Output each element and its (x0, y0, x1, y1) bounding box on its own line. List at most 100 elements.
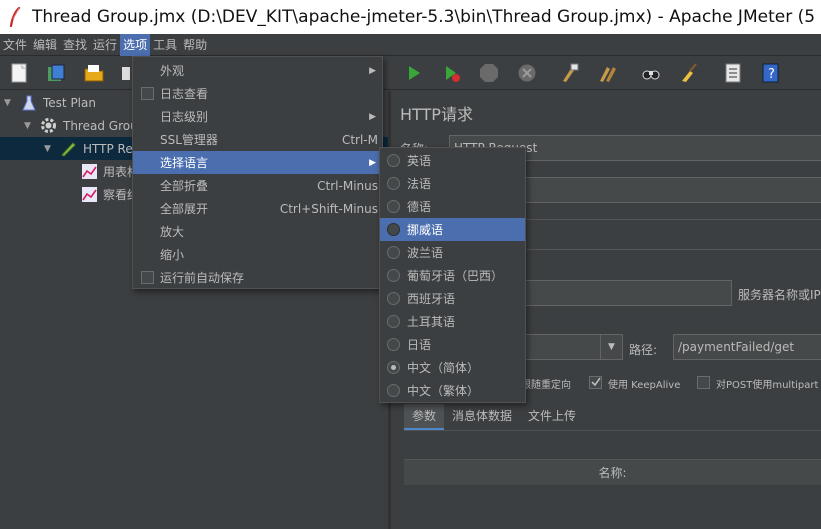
menu-item-expand-all[interactable]: 全部展开 Ctrl+Shift-Minus (133, 197, 382, 220)
menu-file[interactable]: 文件 (0, 34, 30, 56)
language-submenu: 英语 法语 德语 挪威语 波兰语 葡萄牙语（巴西） 西班牙语 土耳其语 日语 中… (379, 147, 526, 403)
menu-item-label: 日志查看 (160, 87, 209, 101)
menu-item-polish[interactable]: 波兰语 (380, 241, 525, 264)
path-field[interactable]: /paymentFailed/get (673, 334, 821, 360)
menu-item-label: 中文（简体） (407, 361, 480, 375)
server-name-field[interactable] (521, 280, 732, 306)
menu-item-norwegian[interactable]: 挪威语 (380, 218, 525, 241)
menu-checkbox[interactable] (141, 271, 154, 284)
keepalive-label: 使用 KeepAlive (608, 380, 681, 391)
shortcut-label: Ctrl+Shift-Minus (279, 201, 378, 216)
method-select[interactable] (521, 334, 601, 360)
open-icon[interactable] (84, 63, 104, 83)
radio-button[interactable] (387, 384, 400, 397)
radio-button[interactable] (387, 315, 400, 328)
menu-item-save-before-run[interactable]: 运行前自动保存 (133, 266, 382, 289)
clear-icon[interactable] (560, 63, 580, 83)
menu-item-label: 西班牙语 (407, 292, 456, 306)
radio-button[interactable] (387, 246, 400, 259)
menu-run[interactable]: 运行 (90, 34, 120, 56)
function-helper-icon[interactable] (723, 63, 743, 83)
search-icon[interactable] (641, 63, 661, 83)
menu-item-label: 葡萄牙语（巴西） (407, 269, 504, 283)
menu-item-log-viewer[interactable]: 日志查看 (133, 82, 382, 105)
jmeter-window: Thread Group.jmx (D:\DEV_KIT\apache-jmet… (0, 0, 821, 529)
radio-button[interactable] (387, 223, 400, 236)
menu-tools[interactable]: 工具 (150, 34, 180, 56)
templates-icon[interactable] (46, 63, 66, 83)
multipart-checkbox[interactable] (697, 376, 710, 389)
menu-item-english[interactable]: 英语 (380, 149, 525, 172)
expand-arrow-icon[interactable]: ▼ (44, 144, 54, 154)
menu-item-zoom-out[interactable]: 缩小 (133, 243, 382, 266)
svg-text:?: ? (768, 67, 775, 82)
chevron-down-icon[interactable]: ▼ (600, 334, 623, 360)
expand-arrow-icon[interactable]: ▼ (4, 98, 14, 108)
submenu-arrow-icon: ▶ (369, 111, 376, 122)
menu-item-chinese-traditional[interactable]: 中文（繁体） (380, 379, 525, 402)
menu-item-label: 运行前自动保存 (160, 271, 245, 285)
reset-search-icon[interactable] (679, 63, 699, 83)
help-icon[interactable]: ? (761, 63, 781, 83)
menu-item-label: 缩小 (160, 248, 185, 262)
menu-checkbox[interactable] (141, 87, 154, 100)
menu-item-log-level[interactable]: 日志级别 ▶ (133, 105, 382, 128)
radio-button[interactable] (387, 154, 400, 167)
menu-item-french[interactable]: 法语 (380, 172, 525, 195)
menu-item-label: 选择语言 (160, 156, 209, 170)
radio-button[interactable] (387, 338, 400, 351)
submenu-arrow-icon: ▶ (369, 157, 376, 168)
title-bar: Thread Group.jmx (D:\DEV_KIT\apache-jmet… (0, 0, 821, 34)
shortcut-label: Ctrl-M (341, 132, 378, 147)
gear-icon (41, 118, 56, 133)
menu-item-label: 全部折叠 (160, 179, 209, 193)
tab-file-upload[interactable]: 文件上传 (520, 404, 584, 430)
follow-redirects-label: 跟随重定向 (521, 380, 571, 391)
pencil-icon (61, 142, 76, 157)
menu-item-zoom-in[interactable]: 放大 (133, 220, 382, 243)
shutdown-icon[interactable] (517, 63, 537, 83)
menu-item-portuguese-brazil[interactable]: 葡萄牙语（巴西） (380, 264, 525, 287)
menu-item-label: 挪威语 (407, 223, 444, 237)
radio-button[interactable] (387, 269, 400, 282)
start-no-pause-icon[interactable] (442, 63, 462, 83)
graph-icon (82, 187, 97, 202)
menu-options[interactable]: 选项 (120, 33, 151, 56)
radio-button[interactable] (387, 200, 400, 213)
radio-button-selected[interactable] (387, 361, 400, 374)
menu-item-label: 德语 (407, 200, 432, 214)
window-title: Thread Group.jmx (D:\DEV_KIT\apache-jmet… (32, 7, 816, 27)
menu-item-japanese[interactable]: 日语 (380, 333, 525, 356)
tab-body-data[interactable]: 消息体数据 (444, 404, 520, 430)
menu-item-ssl-manager[interactable]: SSL管理器 Ctrl-M (133, 128, 382, 151)
submenu-arrow-icon: ▶ (369, 65, 376, 76)
clear-all-icon[interactable] (598, 63, 618, 83)
stop-icon[interactable] (479, 63, 499, 83)
jmeter-feather-icon (9, 7, 21, 27)
keepalive-checkbox[interactable] (589, 376, 602, 389)
menu-item-turkish[interactable]: 土耳其语 (380, 310, 525, 333)
radio-button[interactable] (387, 177, 400, 190)
menu-item-german[interactable]: 德语 (380, 195, 525, 218)
menu-item-look-and-feel[interactable]: 外观 ▶ (133, 59, 382, 82)
server-name-label: 服务器名称或IP (738, 288, 821, 302)
request-tabs: 参数 消息体数据 文件上传 (404, 404, 584, 430)
expand-arrow-icon[interactable]: ▼ (24, 121, 34, 131)
start-icon[interactable] (404, 63, 424, 83)
menu-search[interactable]: 查找 (60, 34, 90, 56)
graph-icon (82, 164, 97, 179)
menu-item-label: 全部展开 (160, 202, 209, 216)
tab-parameters[interactable]: 参数 (404, 404, 445, 430)
menu-item-chinese-simplified[interactable]: 中文（简体） (380, 356, 525, 379)
menu-item-collapse-all[interactable]: 全部折叠 Ctrl-Minus (133, 174, 382, 197)
menu-help[interactable]: 帮助 (180, 34, 210, 56)
toolbar: ? (0, 57, 821, 90)
new-icon[interactable] (9, 63, 29, 83)
menu-item-choose-language[interactable]: 选择语言 ▶ (133, 151, 382, 174)
menu-item-label: 外观 (160, 64, 185, 78)
save-icon[interactable] (122, 63, 130, 83)
path-label: 路径: (629, 343, 658, 357)
menu-edit[interactable]: 编辑 (30, 34, 60, 56)
menu-item-spanish[interactable]: 西班牙语 (380, 287, 525, 310)
radio-button[interactable] (387, 292, 400, 305)
